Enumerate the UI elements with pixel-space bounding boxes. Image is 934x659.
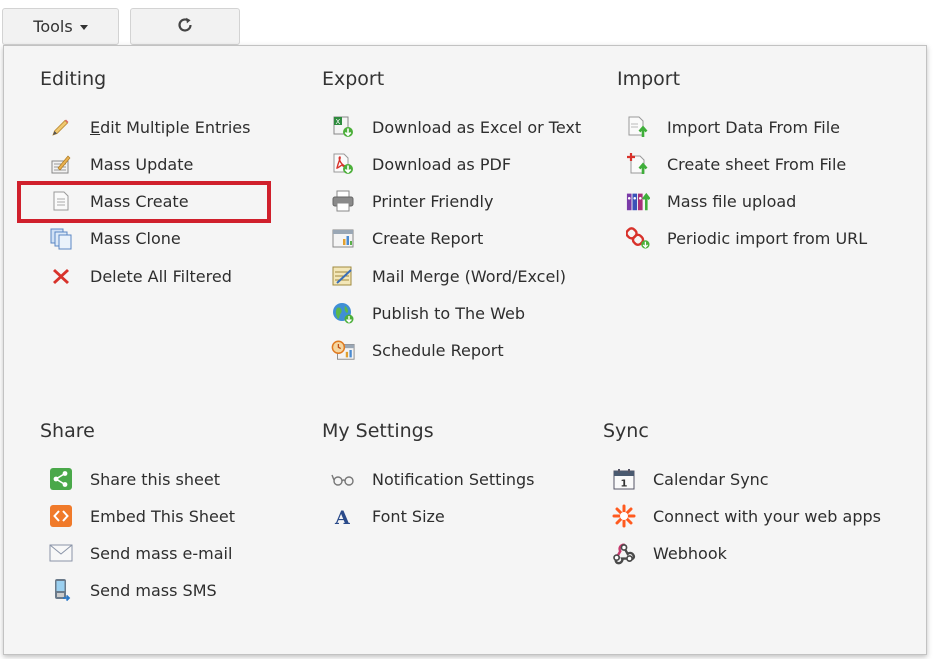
delete-x-icon (49, 264, 73, 288)
share-icon (49, 467, 73, 491)
edit-multiple-entries-item[interactable]: Edit Multiple Entries (49, 112, 250, 142)
menu-item-label: Send mass e-mail (90, 543, 233, 563)
create-sheet-item[interactable]: Create sheet From File (626, 149, 846, 179)
mass-update-icon (49, 152, 73, 176)
excel-download-icon: X (331, 115, 355, 139)
send-mass-sms-item[interactable]: Send mass SMS (49, 575, 217, 605)
menu-item-label: Periodic import from URL (667, 228, 868, 248)
create-sheet-icon (626, 152, 650, 176)
menu-item-label: Schedule Report (372, 340, 504, 360)
menu-item-label: Connect with your web apps (653, 506, 881, 526)
menu-item-label: Webhook (653, 543, 727, 563)
share-sheet-item[interactable]: Share this sheet (49, 464, 220, 494)
webhook-item[interactable]: Webhook (612, 538, 727, 568)
create-report-item[interactable]: Create Report (331, 223, 483, 253)
menu-item-label: Mass Update (90, 154, 194, 174)
menu-item-label: Mass file upload (667, 191, 797, 211)
section-title: Editing (40, 68, 107, 90)
phone-icon (49, 578, 73, 602)
document-icon (49, 189, 73, 213)
printer-friendly-item[interactable]: Printer Friendly (331, 186, 493, 216)
mass-upload-icon (626, 189, 650, 213)
section-title: My Settings (322, 420, 434, 442)
calendar-icon: 1 (612, 467, 636, 491)
delete-all-filtered-item[interactable]: Delete All Filtered (49, 261, 232, 291)
mass-create-item[interactable]: Mass Create (49, 186, 189, 216)
svg-text:1: 1 (621, 479, 628, 490)
import-data-item[interactable]: Import Data From File (626, 112, 840, 142)
font-size-icon: A (331, 504, 355, 528)
section-title: Share (40, 420, 95, 442)
report-icon (331, 226, 355, 250)
tools-dropdown-button[interactable]: Tools (2, 8, 119, 45)
sync-section: Sync 1 Calendar Sync Connect with your w… (603, 419, 903, 565)
download-excel-item[interactable]: X Download as Excel or Text (331, 112, 581, 142)
calendar-sync-item[interactable]: 1 Calendar Sync (612, 464, 769, 494)
caret-down-icon (79, 25, 88, 30)
import-section: Import Import Data From File Create shee… (617, 67, 917, 249)
menu-item-label: Send mass SMS (90, 580, 217, 600)
connect-web-apps-item[interactable]: Connect with your web apps (612, 501, 881, 531)
menu-item-label: Notification Settings (372, 469, 535, 489)
publish-web-item[interactable]: Publish to The Web (331, 298, 525, 328)
menu-item-label: Create Report (372, 228, 484, 248)
import-file-icon (626, 115, 650, 139)
embed-sheet-item[interactable]: Embed This Sheet (49, 501, 235, 531)
mass-file-upload-item[interactable]: Mass file upload (626, 186, 796, 216)
periodic-import-item[interactable]: Periodic import from URL (626, 223, 867, 253)
menu-item-label: Publish to The Web (372, 303, 525, 323)
send-mass-email-item[interactable]: Send mass e-mail (49, 538, 232, 568)
link-chain-icon (626, 226, 650, 250)
menu-item-label: Mail Merge (Word/Excel) (372, 266, 566, 286)
svg-text:X: X (336, 118, 341, 126)
font-size-item[interactable]: A Font Size (331, 501, 445, 531)
zapier-star-icon (612, 504, 636, 528)
menu-item-label: Font Size (372, 506, 445, 526)
tools-label: Tools (33, 17, 73, 36)
tools-menu-panel: Editing Edit Multiple Entries Mass Updat… (3, 45, 927, 655)
svg-text:A: A (334, 507, 350, 527)
globe-icon (331, 301, 355, 325)
mail-merge-icon (331, 264, 355, 288)
accesskey-letter: E (90, 117, 101, 137)
glasses-icon (331, 467, 355, 491)
webhook-icon (612, 541, 636, 565)
menu-item-label: Import Data From File (667, 117, 840, 137)
pencil-icon (49, 115, 73, 139)
pdf-download-icon (331, 152, 355, 176)
export-section: Export X Download as Excel or Text Downl… (322, 67, 612, 360)
refresh-button[interactable] (130, 8, 240, 45)
printer-icon (331, 189, 355, 213)
menu-item-label: Share this sheet (90, 469, 220, 489)
mass-clone-item[interactable]: Mass Clone (49, 223, 181, 253)
section-title: Export (322, 68, 385, 90)
menu-item-label: Create sheet From File (667, 154, 847, 174)
menu-item-label: Delete All Filtered (90, 266, 232, 286)
section-title: Sync (603, 420, 649, 442)
mail-merge-item[interactable]: Mail Merge (Word/Excel) (331, 261, 566, 291)
download-pdf-item[interactable]: Download as PDF (331, 149, 511, 179)
menu-item-label: dit Multiple Entries (100, 117, 251, 137)
envelope-icon (49, 541, 73, 565)
menu-item-label: Mass Clone (90, 228, 181, 248)
editing-section: Editing Edit Multiple Entries Mass Updat… (40, 67, 300, 286)
menu-item-label: Download as PDF (372, 154, 512, 174)
menu-item-label: Printer Friendly (372, 191, 494, 211)
share-section: Share Share this sheet Embed This Sheet … (40, 419, 300, 602)
schedule-report-icon (331, 338, 355, 362)
section-title: Import (617, 68, 681, 90)
refresh-icon (176, 16, 194, 38)
menu-item-label: Calendar Sync (653, 469, 769, 489)
menu-item-label: Embed This Sheet (90, 506, 235, 526)
embed-code-icon (49, 504, 73, 528)
settings-section: My Settings Notification Settings A Font… (322, 419, 592, 527)
schedule-report-item[interactable]: Schedule Report (331, 335, 504, 365)
mass-update-item[interactable]: Mass Update (49, 149, 193, 179)
notification-settings-item[interactable]: Notification Settings (331, 464, 535, 494)
menu-item-label: Mass Create (90, 191, 189, 211)
menu-item-label: Download as Excel or Text (372, 117, 582, 137)
clone-icon (49, 226, 73, 250)
